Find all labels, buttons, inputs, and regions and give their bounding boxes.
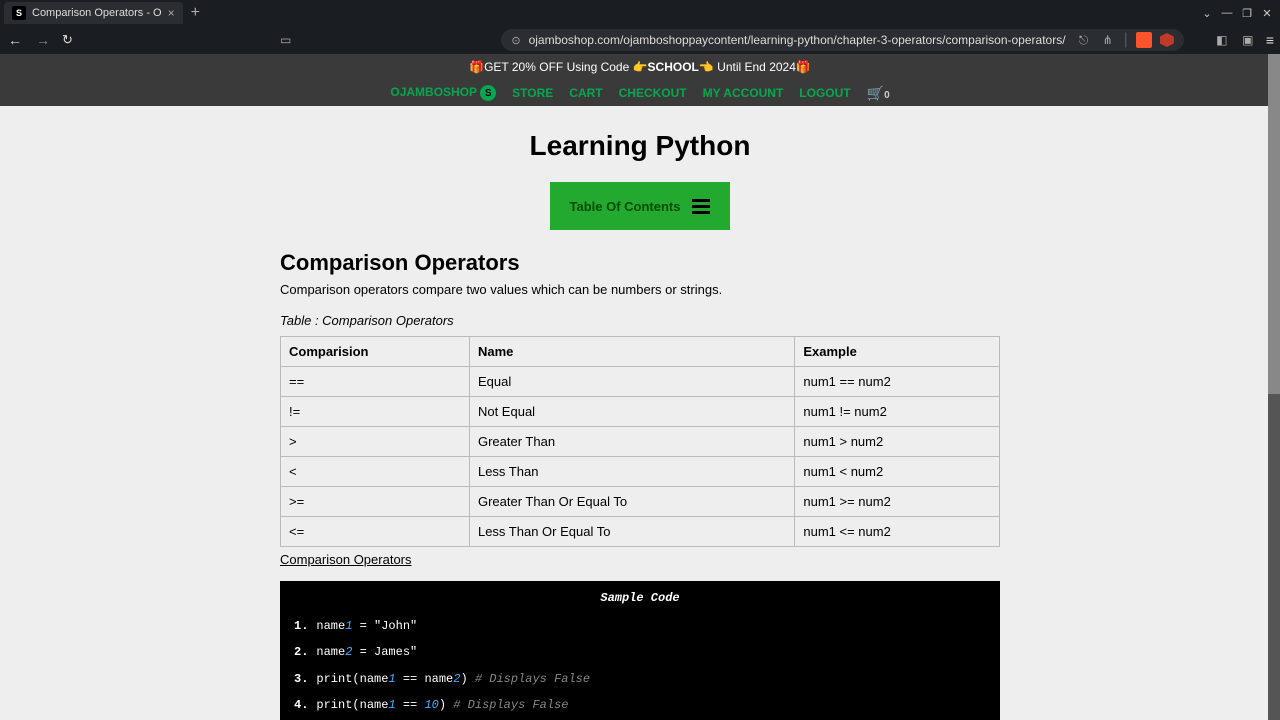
table-cell: >= (281, 487, 470, 517)
table-row: <=Less Than Or Equal Tonum1 <= num2 (281, 517, 1000, 547)
minimize-button[interactable]: — (1218, 4, 1236, 22)
url-bar[interactable]: ⊙ ojamboshop.com/ojamboshoppaycontent/le… (501, 29, 1183, 51)
brave-rewards-icon[interactable] (1160, 33, 1174, 47)
toc-label: Table Of Contents (570, 199, 681, 214)
table-cell: num1 >= num2 (795, 487, 1000, 517)
page-title: Learning Python (280, 130, 1000, 162)
table-cell: Equal (469, 367, 794, 397)
th-comparison: Comparision (281, 337, 470, 367)
code-line: 2.name2 = James" (294, 639, 986, 665)
code-line: 3.print(name1 == name2) # Displays False (294, 666, 986, 692)
brand-logo-icon: S (480, 85, 496, 101)
maximize-button[interactable]: ❐ (1238, 4, 1256, 22)
table-row: ==Equalnum1 == num2 (281, 367, 1000, 397)
operators-table: Comparision Name Example ==Equalnum1 == … (280, 336, 1000, 547)
table-row: >=Greater Than Or Equal Tonum1 >= num2 (281, 487, 1000, 517)
rss-icon[interactable]: ⋔ (1100, 32, 1116, 48)
table-row: <Less Thannum1 < num2 (281, 457, 1000, 487)
table-cell: Greater Than Or Equal To (469, 487, 794, 517)
site-info-icon[interactable]: ⊙ (511, 34, 520, 47)
nav-logout[interactable]: LOGOUT (799, 86, 850, 100)
comparison-operators-link[interactable]: Comparison Operators (280, 552, 412, 567)
brave-shield-icon[interactable] (1136, 32, 1152, 48)
tab-favicon: S (12, 6, 26, 20)
table-cell: num1 < num2 (795, 457, 1000, 487)
wallet-icon[interactable]: ▣ (1240, 32, 1256, 48)
table-cell: < (281, 457, 470, 487)
th-name: Name (469, 337, 794, 367)
forward-button[interactable]: → (34, 32, 52, 48)
tab-close-icon[interactable]: × (168, 6, 175, 20)
code-block: Sample Code 1.name1 = "John"2.name2 = Ja… (280, 581, 1000, 720)
table-cell: Less Than (469, 457, 794, 487)
nav-store[interactable]: STORE (512, 86, 553, 100)
table-caption: Table : Comparison Operators (280, 313, 1000, 328)
table-row: !=Not Equalnum1 != num2 (281, 397, 1000, 427)
table-cell: Less Than Or Equal To (469, 517, 794, 547)
promo-banner: 🎁GET 20% OFF Using Code 👉SCHOOL👈 Until E… (0, 54, 1280, 80)
back-button[interactable]: ← (6, 32, 24, 48)
nav-cart[interactable]: CART (569, 86, 602, 100)
th-example: Example (795, 337, 1000, 367)
chevron-down-icon[interactable]: ⌄ (1198, 4, 1216, 22)
nav-account[interactable]: MY ACCOUNT (703, 86, 784, 100)
scrollbar-thumb[interactable] (1268, 54, 1280, 394)
cart-icon[interactable]: 🛒0 (867, 85, 890, 102)
reload-button[interactable]: ↻ (62, 32, 80, 48)
toc-button[interactable]: Table Of Contents (550, 182, 730, 230)
table-row: >Greater Thannum1 > num2 (281, 427, 1000, 457)
browser-tab[interactable]: S Comparison Operators - O × (4, 2, 183, 24)
table-cell: != (281, 397, 470, 427)
table-cell: num1 != num2 (795, 397, 1000, 427)
table-cell: Not Equal (469, 397, 794, 427)
table-cell: num1 <= num2 (795, 517, 1000, 547)
code-line: 4.print(name1 == 10) # Displays False (294, 692, 986, 718)
bookmark-icon[interactable]: ▭ (280, 33, 291, 47)
sidebar-icon[interactable]: ◧ (1214, 32, 1230, 48)
code-line: 1.name1 = "John" (294, 613, 986, 639)
table-cell: > (281, 427, 470, 457)
nav-checkout[interactable]: CHECKOUT (619, 86, 687, 100)
new-tab-button[interactable]: + (183, 4, 208, 22)
table-cell: == (281, 367, 470, 397)
tab-title: Comparison Operators - O (32, 7, 162, 19)
menu-icon[interactable]: ≡ (1266, 32, 1274, 48)
table-cell: <= (281, 517, 470, 547)
hamburger-icon (692, 199, 710, 214)
table-cell: num1 == num2 (795, 367, 1000, 397)
close-window-button[interactable]: ✕ (1258, 4, 1276, 22)
section-desc: Comparison operators compare two values … (280, 282, 1000, 297)
share-icon[interactable]: ⎋ (1076, 32, 1092, 48)
section-heading: Comparison Operators (280, 250, 1000, 276)
site-nav: OJAMBOSHOP S STORE CART CHECKOUT MY ACCO… (0, 80, 1280, 106)
code-title: Sample Code (294, 591, 986, 605)
nav-brand[interactable]: OJAMBOSHOP S (390, 85, 496, 102)
table-cell: num1 > num2 (795, 427, 1000, 457)
url-text: ojamboshop.com/ojamboshoppaycontent/lear… (529, 33, 1068, 47)
table-cell: Greater Than (469, 427, 794, 457)
